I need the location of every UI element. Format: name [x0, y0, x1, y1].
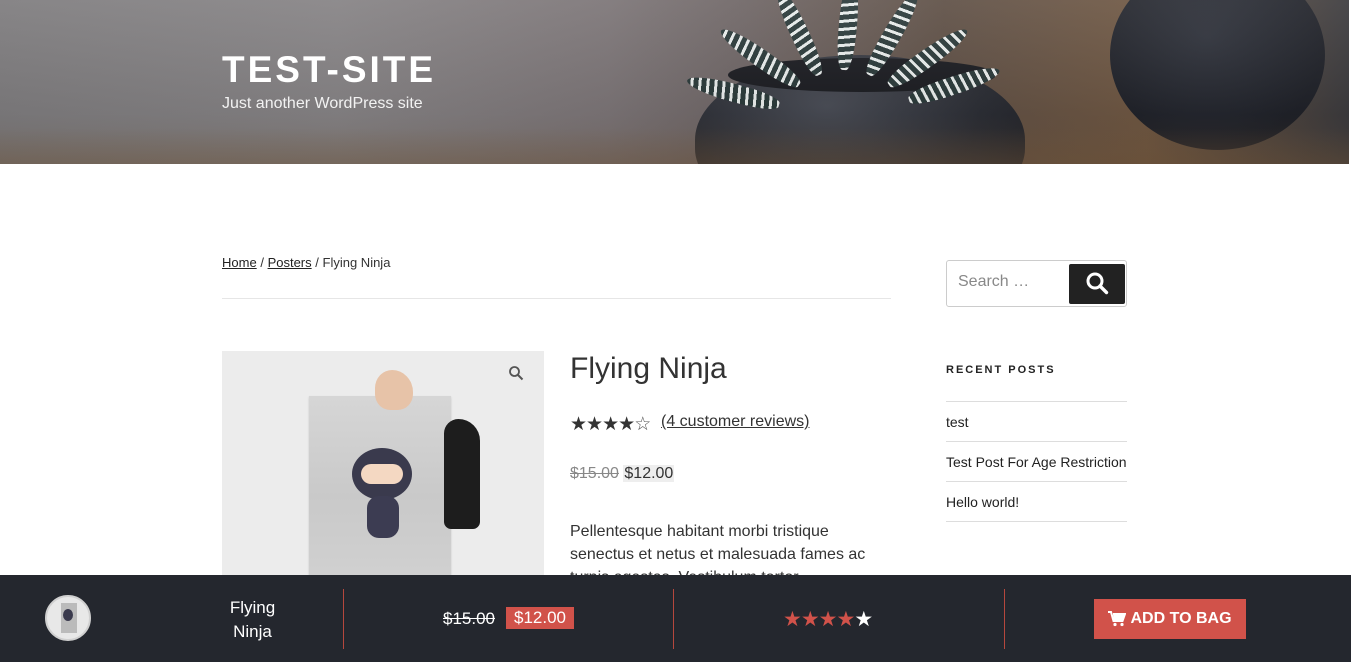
divider: [1004, 589, 1005, 649]
sticky-rating-stars: ★★★★★: [783, 607, 873, 632]
recent-posts-heading: RECENT POSTS: [946, 364, 1056, 376]
sale-price: $12.00: [623, 465, 675, 482]
star-icon: ★: [570, 414, 587, 435]
sticky-add-to-cart-bar: Flying Ninja $15.00 $12.00 ★★★★★ ADD TO …: [0, 575, 1351, 662]
sticky-regular-price: $15.00: [443, 609, 495, 628]
hand-image: [375, 370, 413, 410]
star-icon: ★: [800, 608, 820, 631]
arm-image: [444, 419, 480, 529]
breadcrumb-separator: /: [260, 255, 264, 270]
search-input[interactable]: [958, 273, 1058, 291]
recent-post-item[interactable]: test: [946, 402, 1127, 442]
star-icon: ★: [818, 608, 838, 631]
product-thumbnail: [45, 595, 91, 641]
add-to-bag-button[interactable]: ADD TO BAG: [1094, 599, 1246, 639]
recent-post-item[interactable]: Hello world!: [946, 482, 1127, 522]
customer-reviews-link[interactable]: (4 customer reviews): [661, 413, 809, 431]
star-icon: ★: [586, 414, 603, 435]
sticky-product-name: Flying Ninja: [229, 598, 276, 641]
divider: [222, 298, 891, 299]
sticky-sale-price: $12.00: [506, 607, 574, 629]
divider: [343, 589, 344, 649]
site-description: Just another WordPress site: [222, 95, 423, 112]
rating-stars: ★★★★☆: [570, 413, 651, 436]
divider: [673, 589, 674, 649]
site-title[interactable]: TEST-SITE: [222, 49, 436, 91]
product-title: Flying Ninja: [570, 352, 727, 385]
breadcrumb-separator: /: [315, 255, 319, 270]
add-to-bag-label: ADD TO BAG: [1130, 610, 1232, 627]
regular-price: $15.00: [570, 465, 619, 482]
breadcrumb-home-link[interactable]: Home: [222, 255, 257, 270]
search-button[interactable]: [1069, 264, 1125, 304]
star-icon: ★: [854, 608, 873, 631]
star-empty-icon: ☆: [634, 414, 651, 435]
product-price: $15.00 $12.00: [570, 465, 675, 483]
search-form: [946, 260, 1127, 307]
zoom-icon[interactable]: [508, 365, 524, 385]
breadcrumb: Home / Posters / Flying Ninja: [222, 255, 390, 270]
star-icon: ★: [836, 608, 855, 631]
search-icon: [1086, 272, 1109, 294]
breadcrumb-posters-link[interactable]: Posters: [268, 255, 312, 270]
product-image-gallery[interactable]: [222, 351, 544, 581]
breadcrumb-current: Flying Ninja: [322, 255, 391, 270]
header-shade: [0, 0, 1349, 164]
shopping-cart-icon: [1108, 611, 1127, 627]
star-icon: ★: [602, 414, 619, 435]
star-icon: ★: [618, 414, 635, 435]
recent-post-item[interactable]: Test Post For Age Restriction: [946, 442, 1127, 482]
thumbnail-ninja: [63, 609, 73, 621]
site-header: TEST-SITE Just another WordPress site: [0, 0, 1349, 164]
ninja-body: [367, 496, 399, 538]
ninja-face: [361, 464, 403, 484]
recent-posts-list: test Test Post For Age Restriction Hello…: [946, 401, 1127, 522]
star-icon: ★: [783, 608, 802, 631]
